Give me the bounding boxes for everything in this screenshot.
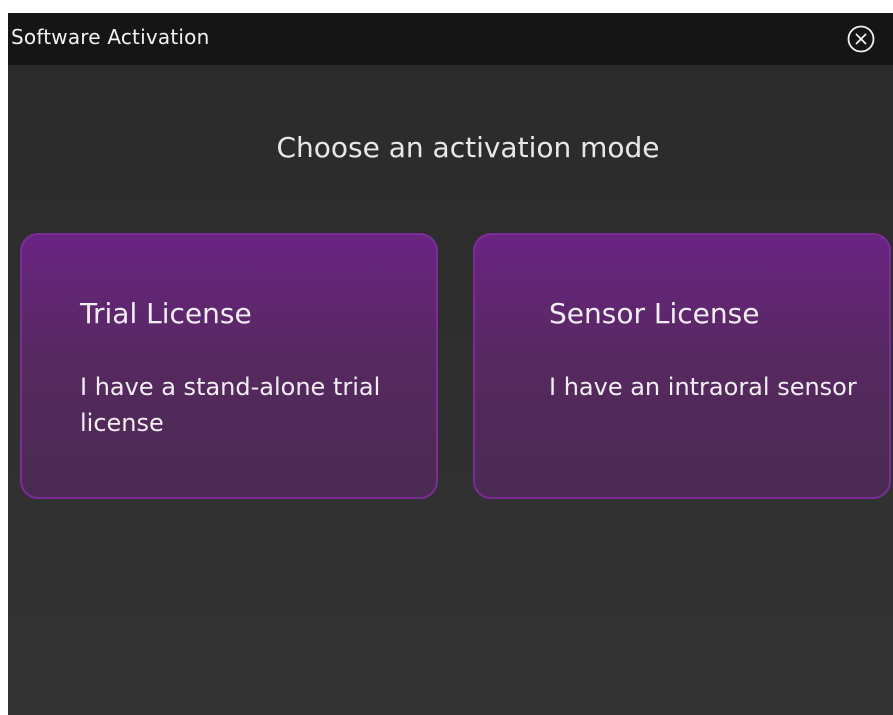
activation-dialog: Software Activation Choose an activation… [8, 13, 893, 715]
option-description: I have an intraoral sensor [549, 373, 857, 401]
close-circle-icon [847, 25, 875, 53]
option-title: Trial License [80, 297, 252, 330]
page-heading: Choose an activation mode [276, 131, 660, 164]
window-title: Software Activation [11, 25, 210, 49]
option-title: Sensor License [549, 297, 760, 330]
sensor-license-option[interactable]: Sensor License I have an intraoral senso… [473, 233, 891, 499]
option-description: I have a stand-alone trial license [80, 373, 381, 437]
title-bar: Software Activation [8, 13, 893, 65]
close-button[interactable] [846, 24, 876, 54]
trial-license-option[interactable]: Trial License I have a stand-alone trial… [20, 233, 438, 499]
